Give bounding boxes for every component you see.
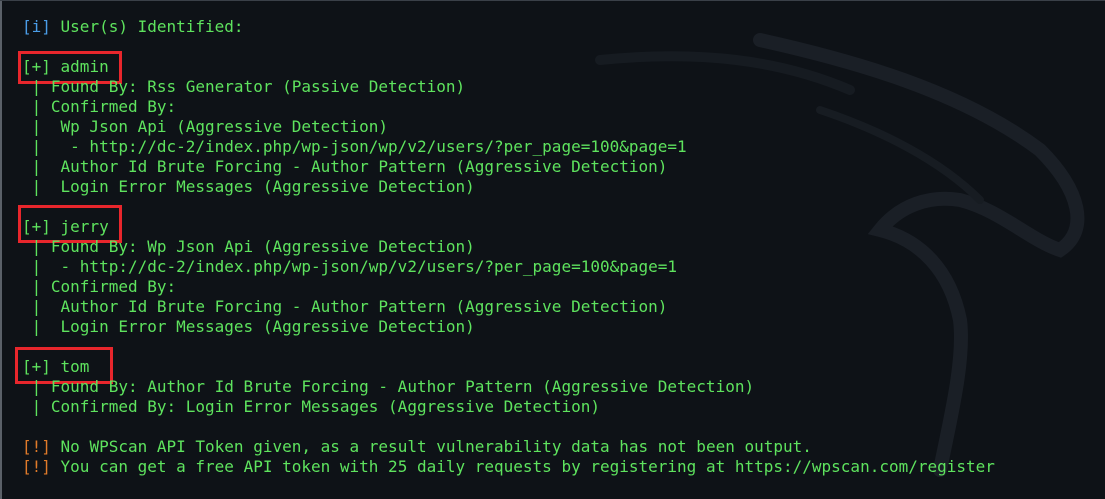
info-tag: [i]: [22, 17, 51, 36]
plus-tag: [+]: [22, 217, 51, 236]
user-tom-line: [+] tom: [22, 357, 89, 377]
user-name: admin: [50, 57, 109, 76]
warning-tag: [!]: [22, 457, 51, 476]
user-name: tom: [50, 357, 90, 376]
detail-line: | Author Id Brute Forcing - Author Patte…: [22, 297, 668, 316]
detail-line: | Login Error Messages (Aggressive Detec…: [22, 317, 475, 336]
terminal-left-border: [0, 0, 2, 499]
detail-line: | Confirmed By:: [22, 97, 177, 116]
detail-line: | Login Error Messages (Aggressive Detec…: [22, 177, 475, 196]
plus-tag: [+]: [22, 57, 51, 76]
warning-line: [!] You can get a free API token with 25…: [22, 457, 995, 477]
warning-text: You can get a free API token with 25 dai…: [50, 457, 995, 476]
header-text: User(s) Identified:: [50, 17, 244, 36]
user-admin-line: [+] admin: [22, 57, 109, 77]
user-name: jerry: [50, 217, 109, 236]
terminal-top-border: [0, 0, 1105, 1]
warning-line: [!] No WPScan API Token given, as a resu…: [22, 437, 812, 457]
plus-tag: [+]: [22, 357, 51, 376]
detail-line: | Wp Json Api (Aggressive Detection): [22, 117, 389, 136]
detail-line: | Author Id Brute Forcing - Author Patte…: [22, 157, 668, 176]
terminal-window[interactable]: [i] User(s) Identified: [+] admin | Foun…: [0, 0, 1105, 499]
detail-line: | - http://dc-2/index.php/wp-json/wp/v2/…: [22, 257, 678, 276]
detail-line: | - http://dc-2/index.php/wp-json/wp/v2/…: [22, 137, 687, 156]
detail-line: | Found By: Author Id Brute Forcing - Au…: [22, 377, 755, 396]
warning-tag: [!]: [22, 437, 51, 456]
user-jerry-line: [+] jerry: [22, 217, 109, 237]
detail-line: | Found By: Rss Generator (Passive Detec…: [22, 77, 466, 96]
detail-line: | Confirmed By: Login Error Messages (Ag…: [22, 397, 600, 416]
detail-line: | Found By: Wp Json Api (Aggressive Dete…: [22, 237, 475, 256]
users-identified-header: [i] User(s) Identified:: [22, 17, 244, 37]
warning-text: No WPScan API Token given, as a result v…: [50, 437, 812, 456]
detail-line: | Confirmed By:: [22, 277, 177, 296]
